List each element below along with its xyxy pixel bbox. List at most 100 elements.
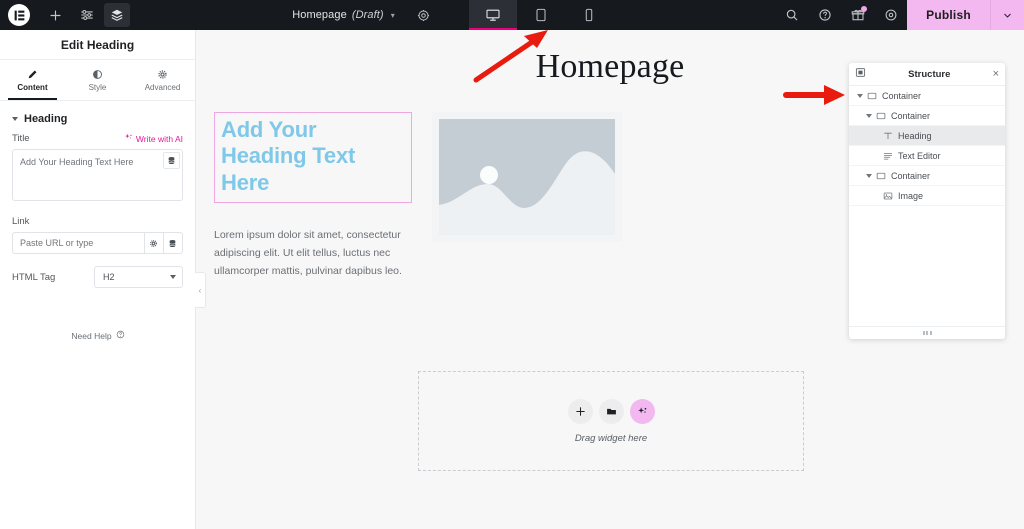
top-bar-right-group: Publish <box>775 0 1024 30</box>
title-textarea[interactable] <box>12 149 183 201</box>
tab-content[interactable]: Content <box>0 60 65 100</box>
caret-down-icon[interactable] <box>857 93 863 98</box>
tree-row-container-2[interactable]: Container <box>849 166 1005 186</box>
image-placeholder-icon[interactable] <box>432 112 622 242</box>
document-status: (Draft) <box>351 9 384 21</box>
container-icon <box>876 171 886 181</box>
ai-builder-sparkle-icon[interactable] <box>629 398 655 424</box>
container-icon <box>867 91 877 101</box>
write-with-ai-label: Write with AI <box>135 133 183 144</box>
page-settings-gear-icon[interactable] <box>409 0 439 30</box>
tab-style[interactable]: Style <box>65 60 130 100</box>
chevron-down-icon: ▾ <box>390 10 395 20</box>
need-help-label: Need Help <box>71 330 112 341</box>
image-icon <box>883 191 893 201</box>
drag-widget-dropzone[interactable]: Drag widget here <box>418 371 804 471</box>
link-label: Link <box>12 216 30 227</box>
structure-navigator-panel: Structure × Container Container Heading … <box>849 63 1005 339</box>
top-bar: Homepage (Draft) ▾ Publish <box>0 0 1024 30</box>
add-element-plus-icon[interactable] <box>567 398 593 424</box>
device-desktop-button[interactable] <box>468 0 517 30</box>
tab-content-label: Content <box>17 82 48 92</box>
tree-row-label: Heading <box>898 130 932 141</box>
grip-dots-icon <box>922 331 932 335</box>
pencil-icon <box>27 69 38 80</box>
top-bar-center-group: Homepage (Draft) ▾ <box>130 0 775 30</box>
title-dynamic-tags-database-icon[interactable] <box>163 152 180 169</box>
sliders-icon[interactable] <box>72 0 102 30</box>
text-editor-icon <box>883 151 893 161</box>
contrast-circle-icon <box>92 69 103 80</box>
title-label: Title <box>12 133 30 144</box>
publish-button[interactable]: Publish <box>907 0 990 30</box>
tree-row-label: Container <box>891 170 931 181</box>
tree-row-container-1[interactable]: Container <box>849 106 1005 126</box>
section-heading-label: Heading <box>24 113 68 125</box>
structure-title: Structure <box>908 68 951 80</box>
navigator-icon[interactable] <box>855 65 866 83</box>
gift-icon[interactable] <box>841 0 874 30</box>
gear-icon <box>157 69 168 80</box>
eye-icon[interactable] <box>874 0 907 30</box>
document-title: Homepage <box>292 9 347 21</box>
tab-style-label: Style <box>88 82 107 92</box>
heading-t-icon <box>883 131 893 141</box>
question-circle-icon <box>116 330 125 341</box>
html-tag-label: HTML Tag <box>12 271 56 283</box>
publish-options-chevron-icon[interactable] <box>990 0 1024 30</box>
structure-tree: Container Container Heading Text Editor … <box>849 86 1005 326</box>
tree-row-label: Text Editor <box>898 150 941 161</box>
dropzone-label: Drag widget here <box>574 432 648 444</box>
tree-row-container-0[interactable]: Container <box>849 86 1005 106</box>
container-image-column[interactable] <box>432 112 622 280</box>
device-mobile-button[interactable] <box>565 0 613 30</box>
tree-row-label: Container <box>891 110 931 121</box>
sparkle-icon <box>124 133 133 144</box>
link-input[interactable] <box>12 232 144 254</box>
panel-tabs: Content Style Advanced <box>0 60 195 101</box>
html-tag-control: HTML Tag H2 <box>0 264 195 298</box>
html-tag-select[interactable]: H2 <box>94 266 183 288</box>
link-options-gear-icon[interactable] <box>144 232 164 254</box>
tree-row-label: Image <box>898 190 924 201</box>
document-title-dropdown[interactable]: Homepage (Draft) ▾ <box>292 9 395 21</box>
plus-icon[interactable] <box>40 0 70 30</box>
tree-row-image[interactable]: Image <box>849 186 1005 206</box>
link-control: Link <box>0 216 195 264</box>
device-mode-switcher <box>468 0 613 30</box>
widget-settings-panel: Edit Heading Content Style Advanced Head… <box>0 30 196 529</box>
heading-widget-text: Add Your Heading Text Here <box>221 117 356 195</box>
panel-title: Edit Heading <box>0 30 195 60</box>
container-text-column[interactable]: Add Your Heading Text Here Lorem ipsum d… <box>214 112 412 280</box>
section-heading-toggle[interactable]: Heading <box>0 101 195 133</box>
help-circle-icon[interactable] <box>808 0 841 30</box>
notification-dot <box>861 6 867 12</box>
caret-down-icon <box>12 117 18 121</box>
structure-resize-handle[interactable] <box>849 326 1005 339</box>
panel-collapse-handle[interactable]: ‹ <box>195 272 206 308</box>
elementor-editor: Homepage (Draft) ▾ Publish Edit Heading … <box>0 0 1024 529</box>
tree-row-text-editor[interactable]: Text Editor <box>849 146 1005 166</box>
heading-widget[interactable]: Add Your Heading Text Here <box>214 112 412 204</box>
title-control: Title Write with AI <box>0 133 195 216</box>
caret-down-icon <box>170 275 176 279</box>
container-icon <box>876 111 886 121</box>
structure-header: Structure × <box>849 63 1005 86</box>
elementor-logo-icon[interactable] <box>8 4 30 26</box>
layers-icon[interactable] <box>104 3 130 27</box>
device-tablet-button[interactable] <box>517 0 565 30</box>
caret-down-icon[interactable] <box>866 113 872 118</box>
search-icon[interactable] <box>775 0 808 30</box>
add-template-folder-icon[interactable] <box>598 398 624 424</box>
link-dynamic-tags-database-icon[interactable] <box>163 232 183 254</box>
tab-advanced[interactable]: Advanced <box>130 60 195 100</box>
caret-down-icon[interactable] <box>866 173 872 178</box>
tree-row-label: Container <box>882 90 922 101</box>
write-with-ai-button[interactable]: Write with AI <box>124 133 183 144</box>
need-help-link[interactable]: Need Help <box>0 330 196 341</box>
tree-row-heading[interactable]: Heading <box>849 126 1005 146</box>
top-bar-left-group <box>0 0 130 30</box>
text-editor-widget[interactable]: Lorem ipsum dolor sit amet, consectetur … <box>214 226 409 280</box>
html-tag-value: H2 <box>103 272 115 282</box>
close-icon[interactable]: × <box>993 68 999 80</box>
